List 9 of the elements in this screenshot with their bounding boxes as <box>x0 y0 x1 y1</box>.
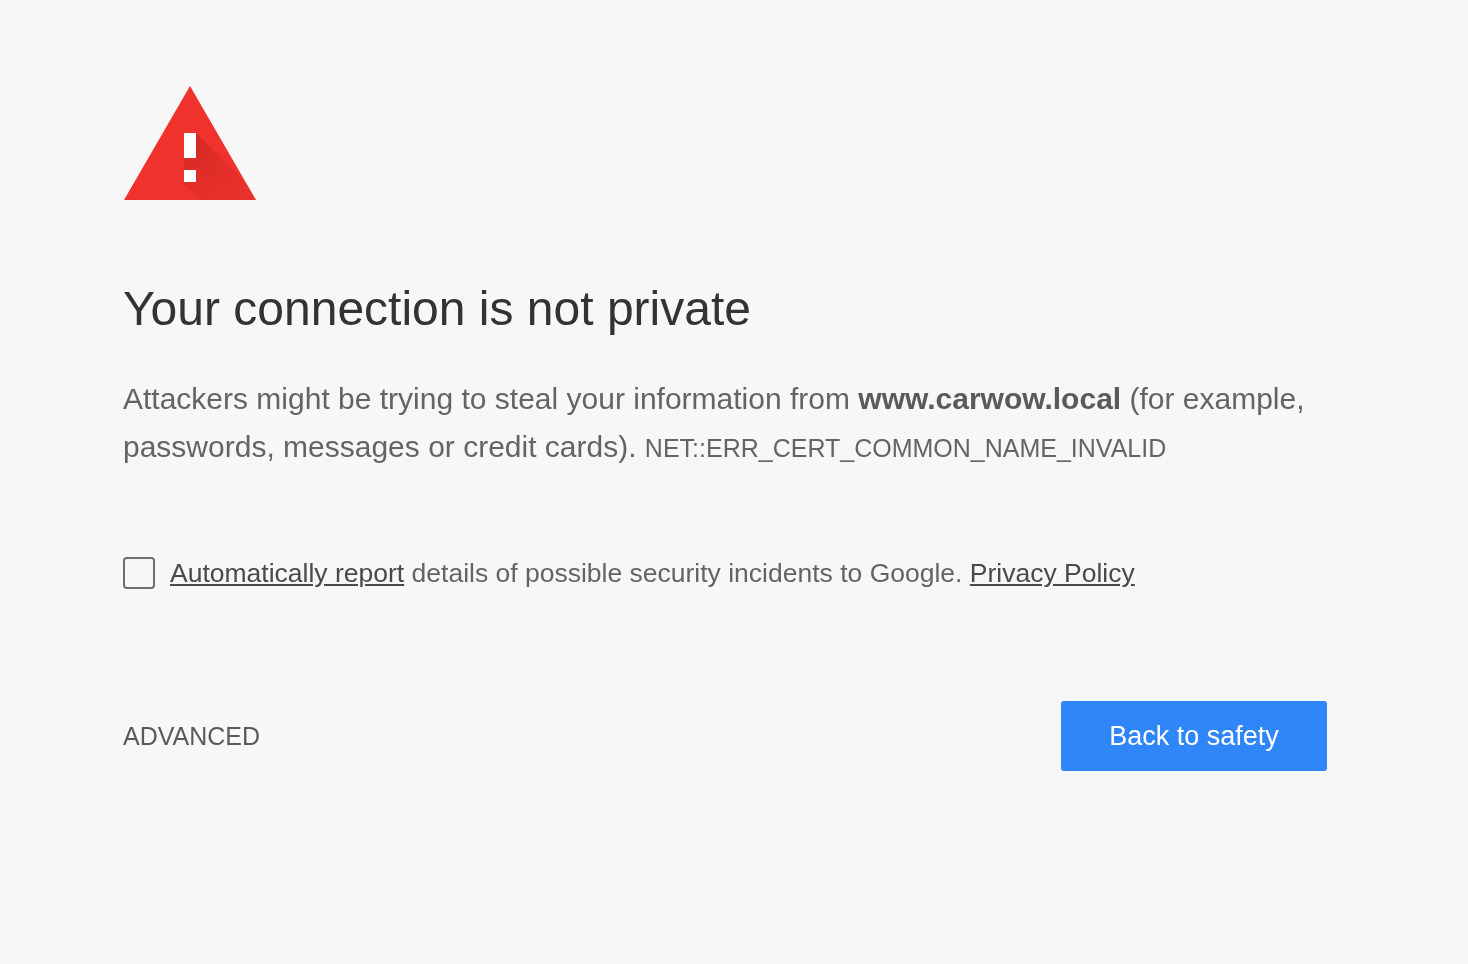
report-checkbox[interactable] <box>123 557 155 589</box>
warning-message: Attackers might be trying to steal your information from www.carwow.local (for example, passwords, messages or credit cards). NET::ERR_CERT_COMMON_NAME_INVALID <box>123 381 1306 465</box>
back-to-safety-button[interactable]: Back to safety <box>1061 701 1327 771</box>
report-consent-text: Automatically report details of possible security incidents to Google. Privacy Policy <box>170 557 1135 589</box>
report-link[interactable]: Automatically report <box>170 558 405 588</box>
advanced-button[interactable]: ADVANCED <box>123 720 261 752</box>
privacy-policy-link[interactable]: Privacy Policy <box>969 558 1135 588</box>
page-heading: Your connection is not private <box>123 281 751 337</box>
warning-triangle-icon <box>124 86 256 200</box>
